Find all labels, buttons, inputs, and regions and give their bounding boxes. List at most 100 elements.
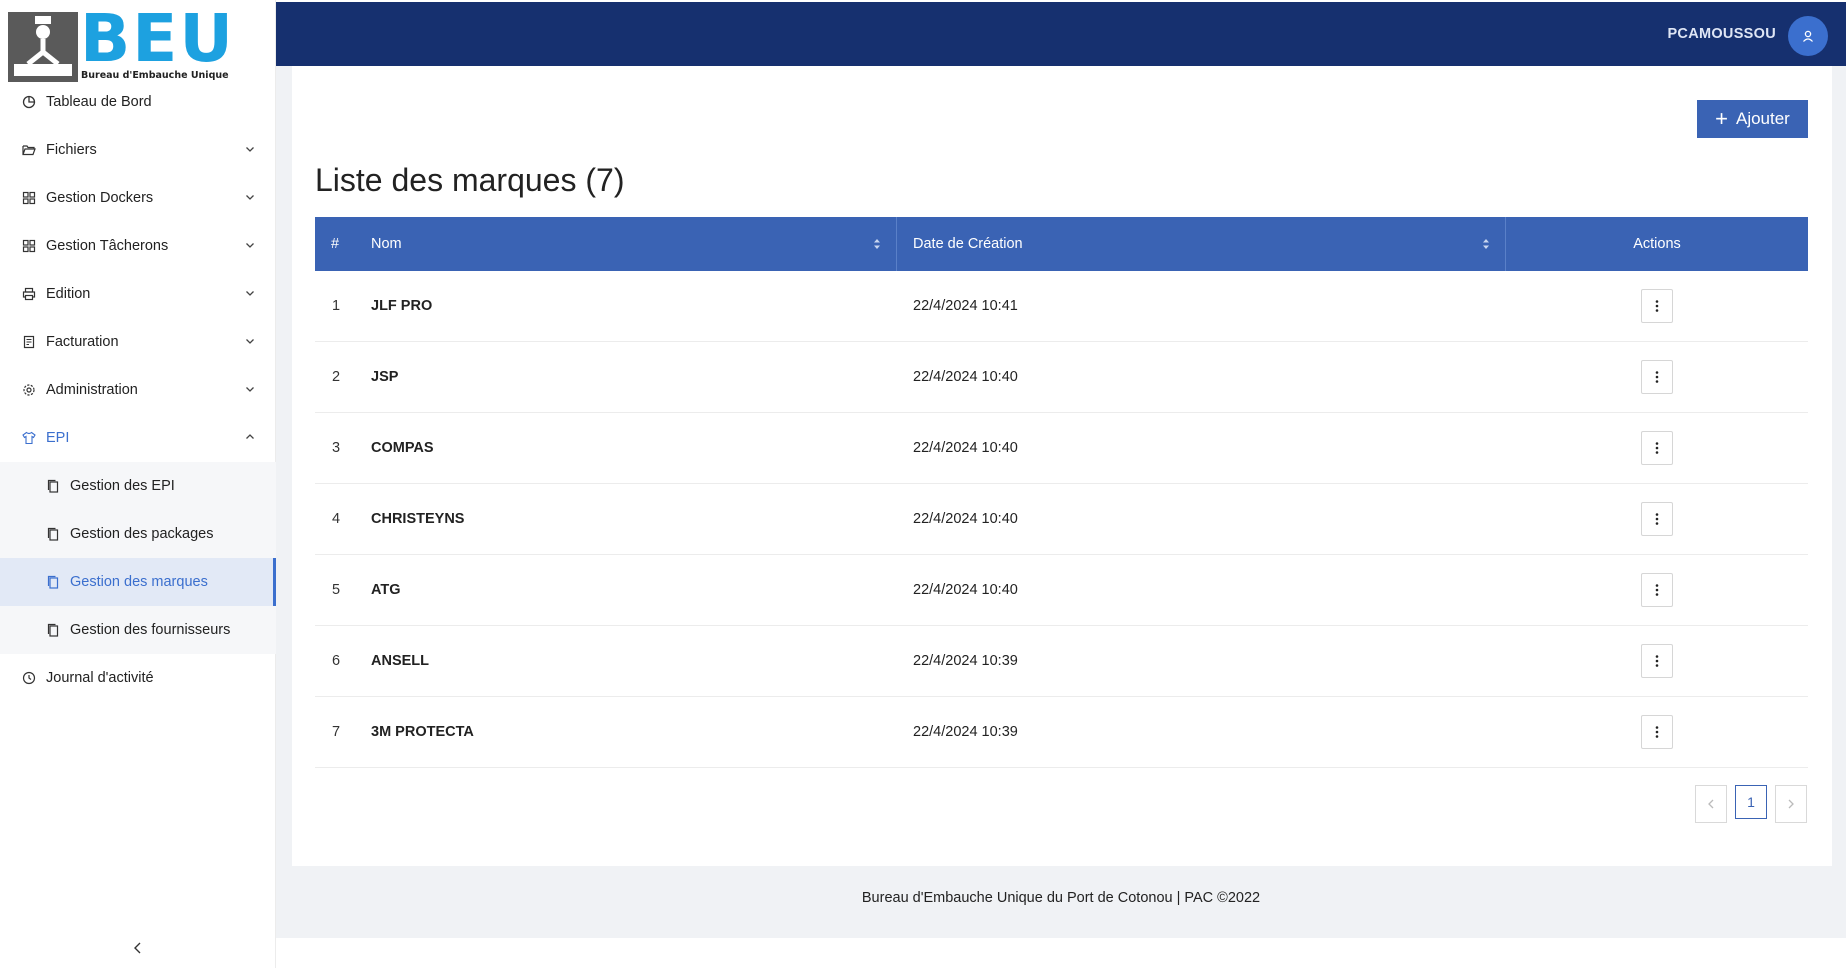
table-row: 6 ANSELL 22/4/2024 10:39	[315, 626, 1808, 697]
crane-logo-icon	[8, 12, 78, 82]
row-name: JSP	[371, 369, 399, 385]
chevron-down-icon	[244, 239, 256, 251]
row-date: 22/4/2024 10:41	[913, 298, 1018, 314]
table-row: 4 CHRISTEYNS 22/4/2024 10:40	[315, 484, 1808, 555]
table-header: # Nom Date de Création Actions	[315, 217, 1808, 271]
row-date: 22/4/2024 10:40	[913, 511, 1018, 527]
sidebar-collapse-icon[interactable]	[128, 938, 148, 958]
copy-icon	[46, 527, 60, 541]
sidebar-item-gestion-des-fournisseurs[interactable]: Gestion des fournisseurs	[0, 606, 276, 654]
row-date: 22/4/2024 10:39	[913, 724, 1018, 740]
row-actions	[1506, 715, 1808, 749]
table-row: 2 JSP 22/4/2024 10:40	[315, 342, 1808, 413]
row-name: COMPAS	[371, 440, 434, 456]
invoice-icon	[22, 335, 36, 349]
app: BEU Bureau d'Embauche Unique Tableau de …	[0, 0, 1846, 968]
chevron-up-icon	[244, 431, 256, 443]
page-number-button[interactable]: 1	[1735, 785, 1767, 819]
add-button[interactable]: + Ajouter	[1697, 100, 1808, 138]
sidebar-item-gestion-des-marques[interactable]: Gestion des marques	[0, 558, 276, 606]
row-index: 6	[332, 653, 341, 669]
sidebar-item-facturation[interactable]: Facturation	[0, 318, 276, 366]
folder-open-icon	[22, 143, 36, 157]
pagination: 1	[1695, 785, 1807, 823]
sidebar-item-gestion-des-packages[interactable]: Gestion des packages	[0, 510, 276, 558]
logo-letters: BEU	[80, 0, 235, 77]
epi-submenu: Gestion des EPI Gestion des packages Ges…	[0, 462, 276, 654]
top-bar: PCAMOUSSOU	[276, 2, 1846, 66]
row-name: JLF PRO	[371, 298, 433, 314]
sidebar-subitem-label: Gestion des EPI	[70, 478, 175, 494]
sidebar-subitem-label: Gestion des packages	[70, 526, 214, 542]
row-name: 3M PROTECTA	[371, 724, 474, 740]
column-header-label: Nom	[371, 236, 402, 252]
clock-icon	[22, 671, 36, 685]
sidebar-item-edition[interactable]: Edition	[0, 270, 276, 318]
column-header-date[interactable]: Date de Création	[897, 217, 1506, 271]
shirt-icon	[22, 431, 36, 445]
sidebar-item-gestion-des-epi[interactable]: Gestion des EPI	[0, 462, 276, 510]
more-vertical-icon[interactable]	[1641, 431, 1673, 465]
more-vertical-icon[interactable]	[1641, 573, 1673, 607]
sidebar-item-label: Fichiers	[46, 142, 97, 158]
sidebar-item-fichiers[interactable]: Fichiers	[0, 126, 276, 174]
prev-page-icon[interactable]	[1695, 785, 1727, 823]
table-row: 7 3M PROTECTA 22/4/2024 10:39	[315, 697, 1808, 768]
row-actions	[1506, 573, 1808, 607]
add-button-label: Ajouter	[1735, 109, 1790, 128]
next-page-icon[interactable]	[1775, 785, 1807, 823]
brands-table: # Nom Date de Création Actions 1 JLF PRO…	[315, 217, 1808, 768]
copy-icon	[46, 479, 60, 493]
plus-icon: +	[1715, 106, 1728, 131]
column-header-name[interactable]: Nom	[355, 217, 897, 271]
grid-icon	[22, 191, 36, 205]
more-vertical-icon[interactable]	[1641, 289, 1673, 323]
sidebar-item-label: Administration	[46, 382, 138, 398]
row-index: 1	[332, 298, 341, 314]
sort-icon[interactable]	[1481, 236, 1491, 252]
chevron-down-icon	[244, 143, 256, 155]
table-row: 3 COMPAS 22/4/2024 10:40	[315, 413, 1808, 484]
row-index: 4	[332, 511, 341, 527]
row-date: 22/4/2024 10:40	[913, 440, 1018, 456]
sidebar-item-label: EPI	[46, 430, 70, 446]
copy-icon	[46, 575, 60, 589]
sidebar-subitem-label: Gestion des marques	[70, 574, 208, 590]
beu-logo[interactable]: BEU Bureau d'Embauche Unique	[8, 2, 233, 82]
sidebar-item-gestion-tacherons[interactable]: Gestion Tâcherons	[0, 222, 276, 270]
sidebar-menu: Tableau de Bord Fichiers Gestion Dockers	[0, 78, 276, 702]
chevron-down-icon	[244, 335, 256, 347]
footer: Bureau d'Embauche Unique du Port de Coto…	[861, 890, 1261, 906]
row-actions	[1506, 431, 1808, 465]
printer-icon	[22, 287, 36, 301]
sidebar-item-label: Facturation	[46, 334, 119, 350]
page-title: Liste des marques (7)	[315, 162, 625, 198]
gear-icon	[22, 383, 36, 397]
more-vertical-icon[interactable]	[1641, 644, 1673, 678]
row-actions	[1506, 502, 1808, 536]
table-row: 5 ATG 22/4/2024 10:40	[315, 555, 1808, 626]
more-vertical-icon[interactable]	[1641, 715, 1673, 749]
column-header-label: Date de Création	[913, 236, 1023, 252]
sidebar-item-administration[interactable]: Administration	[0, 366, 276, 414]
more-vertical-icon[interactable]	[1641, 502, 1673, 536]
row-date: 22/4/2024 10:40	[913, 582, 1018, 598]
sidebar-item-label: Journal d'activité	[46, 670, 154, 686]
sidebar-item-gestion-dockers[interactable]: Gestion Dockers	[0, 174, 276, 222]
row-actions	[1506, 360, 1808, 394]
user-avatar-icon[interactable]	[1788, 16, 1828, 56]
more-vertical-icon[interactable]	[1641, 360, 1673, 394]
username[interactable]: PCAMOUSSOU	[1667, 26, 1776, 42]
sidebar-item-tableau-de-bord[interactable]: Tableau de Bord	[0, 78, 276, 126]
sidebar-item-epi[interactable]: EPI	[0, 414, 276, 462]
sort-icon[interactable]	[872, 236, 882, 252]
row-date: 22/4/2024 10:40	[913, 369, 1018, 385]
chevron-down-icon	[244, 191, 256, 203]
row-date: 22/4/2024 10:39	[913, 653, 1018, 669]
column-header-actions: Actions	[1633, 236, 1681, 252]
row-actions	[1506, 289, 1808, 323]
row-name: ATG	[371, 582, 401, 598]
column-header-index: #	[331, 236, 340, 252]
sidebar-item-label: Edition	[46, 286, 91, 302]
sidebar-item-journal[interactable]: Journal d'activité	[0, 654, 276, 702]
